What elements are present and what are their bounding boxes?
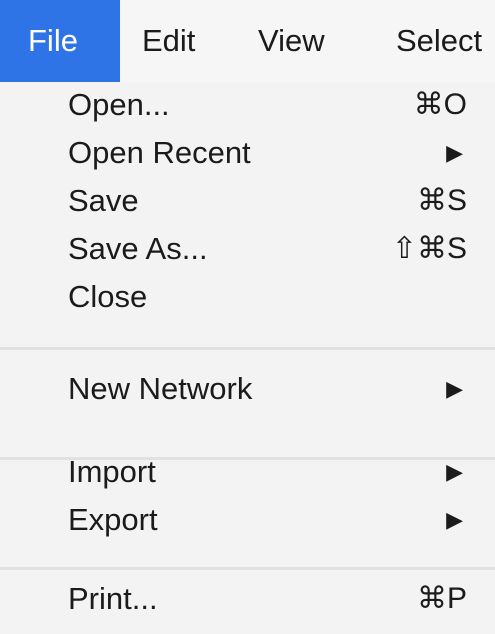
menu-edit[interactable]: Edit	[120, 0, 232, 82]
menu-file[interactable]: File	[0, 0, 120, 82]
submenu-arrow-icon: ▶	[446, 459, 463, 484]
menu-item-save-as[interactable]: Save As... ⇧⌘S	[0, 226, 495, 272]
menu-bar: File Edit View Select	[0, 0, 495, 82]
shortcut-command-s: ⌘S	[416, 184, 467, 217]
menu-item-label: New Network	[68, 371, 253, 406]
shortcut-command-o: ⌘O	[413, 88, 467, 121]
shortcut-shift-command-s: ⇧⌘S	[391, 232, 467, 265]
menu-item-open-recent[interactable]: Open Recent ▶	[0, 130, 495, 176]
menu-item-close[interactable]: Close	[0, 274, 495, 320]
menu-item-label: Save As...	[68, 231, 208, 266]
menu-item-label: Close	[68, 279, 148, 314]
menu-item-label: Import	[68, 454, 156, 489]
menu-item-label: Print...	[68, 581, 158, 616]
menu-item-save[interactable]: Save ⌘S	[0, 178, 495, 224]
menu-item-open[interactable]: Open... ⌘O	[0, 82, 495, 128]
menu-item-label: Save	[68, 183, 139, 218]
menu-item-import[interactable]: Import ▶	[0, 449, 495, 495]
submenu-arrow-icon: ▶	[446, 376, 463, 401]
menu-separator	[0, 347, 495, 350]
menu-separator	[0, 567, 495, 570]
menu-view[interactable]: View	[232, 0, 372, 82]
menu-item-new-network[interactable]: New Network ▶	[0, 366, 495, 412]
file-menu-dropdown: Open... ⌘O Open Recent ▶ Save ⌘S Save As…	[0, 82, 495, 634]
menu-item-label: Open...	[68, 87, 170, 122]
submenu-arrow-icon: ▶	[446, 507, 463, 532]
shortcut-command-p: ⌘P	[416, 582, 467, 615]
menu-item-label: Export	[68, 502, 158, 537]
submenu-arrow-icon: ▶	[446, 140, 463, 165]
menu-select[interactable]: Select	[372, 0, 495, 82]
menu-item-print[interactable]: Print... ⌘P	[0, 576, 495, 622]
menu-item-label: Open Recent	[68, 135, 251, 170]
menu-item-export[interactable]: Export ▶	[0, 497, 495, 543]
